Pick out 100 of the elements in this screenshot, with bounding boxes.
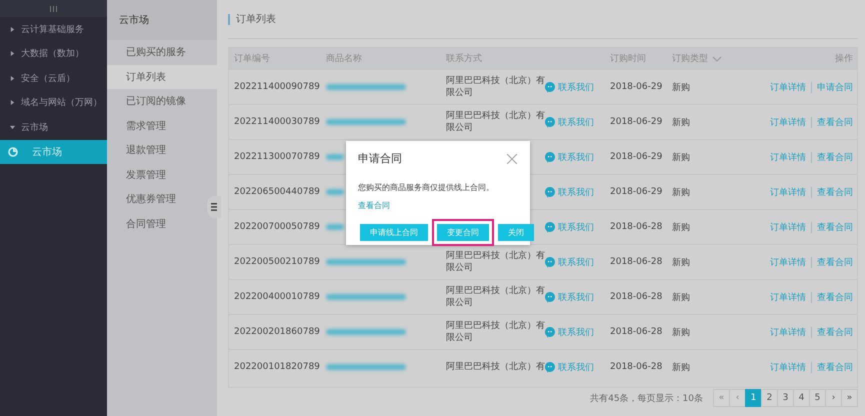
action-link[interactable]: 查看合同 — [817, 326, 853, 338]
column-header: 订单编号 — [233, 52, 271, 65]
chat-bubble-icon — [545, 186, 555, 198]
column-header: 操作 — [834, 52, 854, 65]
contact-link[interactable]: 联系我们 — [545, 220, 605, 234]
view-contract-link[interactable]: 查看合同 — [358, 200, 390, 211]
action-link[interactable]: 订单详情 — [770, 116, 806, 128]
action-link[interactable]: 订单详情 — [770, 150, 806, 164]
contact-link[interactable]: 联系我们 — [545, 186, 605, 198]
contact-link[interactable]: 联系我们 — [545, 256, 605, 268]
table-cell-text: 新购 — [671, 186, 691, 198]
sidebar-item[interactable]: 大数据（数加） — [0, 42, 107, 66]
submenu-item[interactable]: 已订阅的镜像 — [107, 89, 217, 114]
dialog-button[interactable]: 申请线上合同 — [360, 224, 428, 241]
sidebar-item[interactable]: 云市场 — [0, 115, 107, 140]
table-cell-text: 新购 — [671, 152, 691, 164]
submenu-item[interactable]: 发票管理 — [107, 162, 217, 187]
action-link[interactable]: 申请合同 — [817, 80, 853, 94]
contact-link[interactable]: 联系我们 — [545, 116, 605, 128]
submenu-item[interactable]: 需求管理 — [107, 114, 217, 138]
grip-icon[interactable] — [49, 6, 58, 12]
chat-bubble-icon — [545, 82, 555, 92]
last-page-button[interactable]: » — [841, 389, 858, 407]
table-cell-text: 新购 — [671, 116, 691, 128]
action-link[interactable]: 订单详情 — [770, 186, 806, 198]
page-button[interactable]: 4 — [793, 389, 810, 407]
contact-link[interactable]: 联系我们 — [545, 150, 605, 164]
action-link[interactable]: 查看合同 — [817, 150, 853, 164]
table-cell-text: 202200500210789 — [233, 257, 321, 267]
sidebar-subitem[interactable]: 云市场 — [0, 140, 107, 164]
table-cell-text: 新购 — [671, 222, 691, 234]
table-cell-text: 202211400030789 — [233, 117, 321, 127]
table-cell-text: 2018-06-29 — [609, 117, 664, 127]
action-link[interactable]: 订单详情 — [770, 220, 806, 234]
close-icon[interactable] — [507, 154, 517, 164]
page-button[interactable]: 2 — [761, 389, 778, 407]
table-cell-text: 新购 — [671, 326, 691, 338]
contact-link[interactable]: 联系我们 — [545, 326, 605, 338]
table-cell-text: 202206500440789 — [233, 187, 321, 197]
table-cell-text: 新购 — [671, 362, 691, 374]
contact-link[interactable]: 联系我们 — [545, 290, 605, 304]
submenu-title: 云市场 — [107, 0, 217, 40]
action-link[interactable]: 查看合同 — [817, 360, 853, 374]
table-cell-text: 2018-06-29 — [609, 152, 664, 162]
next-page-button[interactable]: › — [825, 389, 842, 407]
table-cell-text: 202200400010789 — [233, 292, 321, 302]
column-header: 订购类型 — [672, 52, 708, 65]
action-link[interactable]: 订单详情 — [770, 360, 806, 374]
action-link[interactable]: 查看合同 — [817, 256, 853, 268]
table-cell-text: 2018-06-29 — [609, 82, 664, 92]
table-cell-text: 新购 — [671, 256, 691, 268]
action-link[interactable]: 查看合同 — [817, 290, 853, 304]
table-cell-text: 202200700050789 — [233, 222, 321, 232]
dialog-message: 您购买的商品服务商仅提供线上合同。 — [358, 182, 495, 193]
submenu-item[interactable]: 订单列表 — [107, 64, 217, 89]
action-link[interactable]: 订单详情 — [770, 256, 806, 268]
sidebar-item[interactable]: 域名与网站（万网） — [0, 90, 107, 115]
action-link[interactable]: 查看合同 — [817, 116, 853, 128]
column-header: 联系方式 — [445, 52, 483, 65]
page-button[interactable]: 1 — [745, 389, 762, 407]
sidebar-item[interactable]: 云计算基础服务 — [0, 17, 107, 42]
table-cell-text: 阿里巴巴科技（北京）有限公司 — [445, 110, 546, 134]
action-link[interactable]: 查看合同 — [817, 220, 853, 234]
contact-link[interactable]: 联系我们 — [545, 360, 605, 374]
chat-bubble-icon — [545, 116, 555, 128]
table-cell-text: 阿里巴巴科技（北京）有限公司 — [445, 285, 546, 309]
table-cell-text: 2018-06-28 — [609, 362, 664, 372]
dialog-button[interactable]: 变更合同 — [437, 224, 489, 241]
chevron-down-icon[interactable] — [712, 56, 722, 62]
page-button[interactable]: 5 — [809, 389, 826, 407]
table-cell-text: 新购 — [671, 82, 691, 94]
table-cell-text: 2018-06-28 — [609, 327, 664, 337]
dialog-button[interactable]: 关闭 — [498, 224, 534, 241]
previous-page-button[interactable]: ‹ — [729, 389, 746, 407]
table-cell-text: 202211300070789 — [233, 152, 321, 162]
action-link[interactable]: 订单详情 — [770, 80, 806, 94]
sidebar-item[interactable]: 安全（云盾） — [0, 66, 107, 90]
table-cell-text: 202211400090789 — [233, 82, 321, 92]
column-header: 商品名称 — [325, 52, 363, 65]
action-link[interactable]: 订单详情 — [770, 290, 806, 304]
dialog-title: 申请合同 — [358, 151, 402, 166]
table-cell-text: 2018-06-29 — [609, 187, 664, 197]
submenu-item[interactable]: 已购买的服务 — [107, 40, 217, 64]
action-link[interactable]: 查看合同 — [817, 186, 853, 198]
blurred-product-name — [326, 154, 344, 160]
contact-link[interactable]: 联系我们 — [545, 80, 605, 94]
chat-bubble-icon — [545, 292, 555, 302]
first-page-button[interactable]: « — [713, 389, 730, 407]
chat-bubble-icon — [545, 362, 555, 372]
table-cell-text: 202200101820789 — [233, 362, 321, 372]
collapse-handle[interactable] — [207, 196, 221, 218]
menu-icon — [211, 203, 217, 211]
chat-bubble-icon — [545, 256, 555, 268]
page-button[interactable]: 3 — [777, 389, 794, 407]
table-cell-text: 阿里巴巴科技（北京）有 — [445, 361, 546, 373]
chat-bubble-icon — [545, 152, 555, 162]
action-link[interactable]: 订单详情 — [770, 326, 806, 338]
table-cell-text: 202200201860789 — [233, 327, 321, 337]
submenu-item[interactable]: 合同管理 — [107, 212, 217, 236]
submenu-item[interactable]: 退款管理 — [107, 138, 217, 162]
